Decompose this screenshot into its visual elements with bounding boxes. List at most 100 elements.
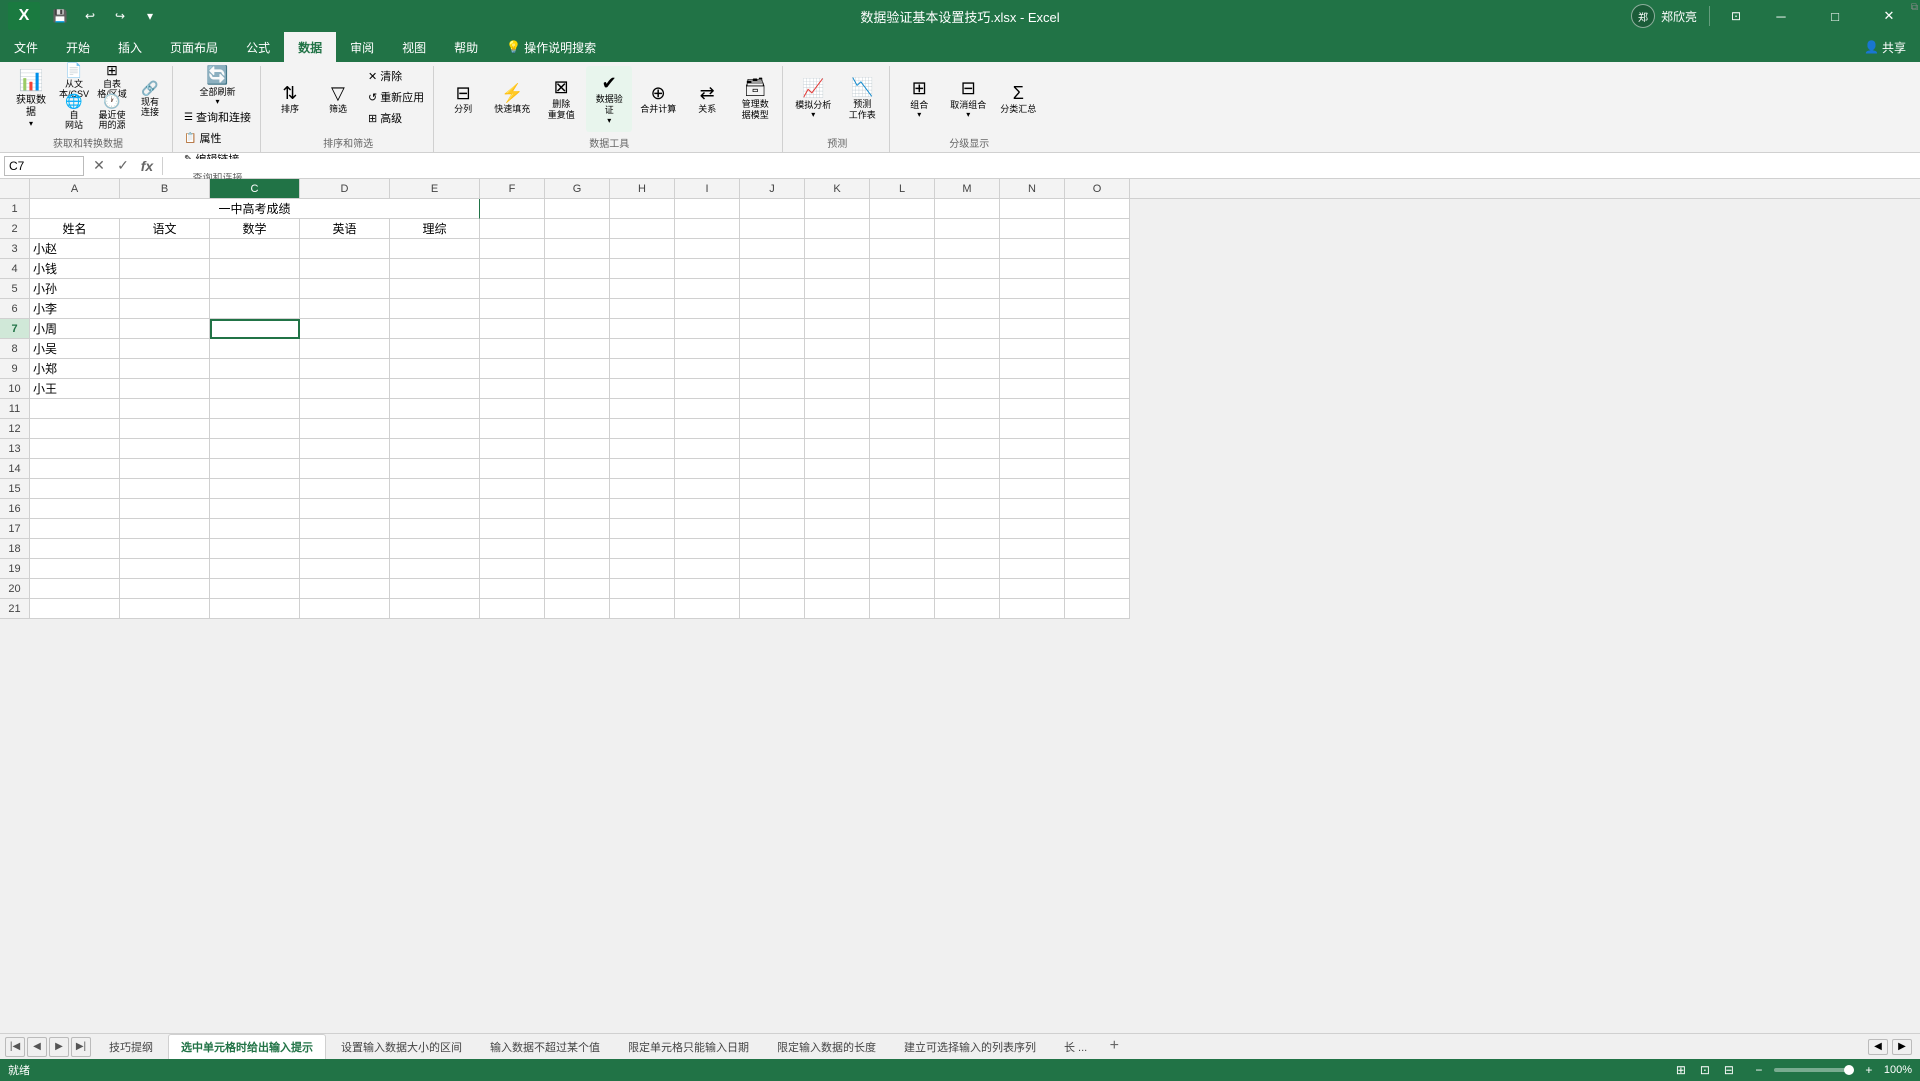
cell-n2[interactable] [1000, 219, 1065, 239]
cell-f9[interactable] [480, 359, 545, 379]
cell-l3[interactable] [870, 239, 935, 259]
row-header-6[interactable]: 6 [0, 299, 30, 319]
what-if-btn[interactable]: 📈 模拟分析 ▾ [789, 66, 837, 132]
cell-f1[interactable] [480, 199, 545, 219]
cell-j6[interactable] [740, 299, 805, 319]
row-header-8[interactable]: 8 [0, 339, 30, 359]
row-header-16[interactable]: 16 [0, 499, 30, 519]
cell-k9[interactable] [805, 359, 870, 379]
subtotal-btn[interactable]: Σ 分类汇总 [994, 66, 1042, 132]
row-header-20[interactable]: 20 [0, 579, 30, 599]
cell-g5[interactable] [545, 279, 610, 299]
formula-confirm-icon[interactable]: ✓ [112, 155, 134, 177]
cell-n1[interactable] [1000, 199, 1065, 219]
col-header-c[interactable]: C [210, 179, 300, 198]
sheet-nav-prev[interactable]: ◀ [27, 1037, 47, 1057]
cell-c2[interactable]: 数学 [210, 219, 300, 239]
tab-search[interactable]: 💡 操作说明搜索 [492, 32, 610, 62]
col-header-f[interactable]: F [480, 179, 545, 198]
cell-k8[interactable] [805, 339, 870, 359]
row-header-10[interactable]: 10 [0, 379, 30, 399]
cell-c8[interactable] [210, 339, 300, 359]
cell-b4[interactable] [120, 259, 210, 279]
cell-b9[interactable] [120, 359, 210, 379]
row-header-3[interactable]: 3 [0, 239, 30, 259]
cell-e2[interactable]: 理综 [390, 219, 480, 239]
cell-c3[interactable] [210, 239, 300, 259]
cell-f4[interactable] [480, 259, 545, 279]
cell-k6[interactable] [805, 299, 870, 319]
cell-j4[interactable] [740, 259, 805, 279]
advanced-btn[interactable]: ⊞ 高级 [363, 108, 429, 128]
cell-n5[interactable] [1000, 279, 1065, 299]
row-header-18[interactable]: 18 [0, 539, 30, 559]
cell-o6[interactable] [1065, 299, 1130, 319]
page-layout-view-btn[interactable]: ⊡ [1694, 1061, 1716, 1079]
relationships-btn[interactable]: ⇄ 关系 [684, 66, 730, 132]
cell-l4[interactable] [870, 259, 935, 279]
cell-i9[interactable] [675, 359, 740, 379]
row-header-15[interactable]: 15 [0, 479, 30, 499]
cell-h7[interactable] [610, 319, 675, 339]
col-header-d[interactable]: D [300, 179, 390, 198]
cell-l9[interactable] [870, 359, 935, 379]
cell-e7[interactable] [390, 319, 480, 339]
refresh-all-btn[interactable]: 🔄 全部刷新 ▾ [179, 66, 256, 106]
cell-a5[interactable]: 小孙 [30, 279, 120, 299]
remove-duplicates-btn[interactable]: ⊠ 删除重复值 [538, 66, 584, 132]
cell-m10[interactable] [935, 379, 1000, 399]
save-quick-btn[interactable]: 💾 [46, 2, 74, 30]
cell-d6[interactable] [300, 299, 390, 319]
cell-i3[interactable] [675, 239, 740, 259]
cell-c9[interactable] [210, 359, 300, 379]
cell-a7[interactable]: 小周 [30, 319, 120, 339]
sheet-tab-5[interactable]: 限定输入数据的长度 [764, 1034, 889, 1059]
cell-j10[interactable] [740, 379, 805, 399]
cell-e3[interactable] [390, 239, 480, 259]
cell-a4[interactable]: 小钱 [30, 259, 120, 279]
recent-sources-btn[interactable]: 🕐 最近使用的源 [94, 97, 130, 127]
cell-n3[interactable] [1000, 239, 1065, 259]
cell-d7[interactable] [300, 319, 390, 339]
cell-o5[interactable] [1065, 279, 1130, 299]
cell-m1[interactable] [935, 199, 1000, 219]
col-header-b[interactable]: B [120, 179, 210, 198]
forecast-sheet-btn[interactable]: 📉 预测工作表 [839, 66, 885, 132]
undo-quick-btn[interactable]: ↩ [76, 2, 104, 30]
from-web-btn[interactable]: 🌐 自网站 [56, 97, 92, 127]
cell-b7[interactable] [120, 319, 210, 339]
cell-e5[interactable] [390, 279, 480, 299]
cell-k2[interactable] [805, 219, 870, 239]
col-header-o[interactable]: O [1065, 179, 1130, 198]
sheet-nav-last[interactable]: ▶| [71, 1037, 91, 1057]
cell-b8[interactable] [120, 339, 210, 359]
col-header-i[interactable]: I [675, 179, 740, 198]
cell-o10[interactable] [1065, 379, 1130, 399]
cell-g9[interactable] [545, 359, 610, 379]
cell-j9[interactable] [740, 359, 805, 379]
cell-n4[interactable] [1000, 259, 1065, 279]
cell-m5[interactable] [935, 279, 1000, 299]
cell-o8[interactable] [1065, 339, 1130, 359]
redo-quick-btn[interactable]: ↪ [106, 2, 134, 30]
sheet-tab-3[interactable]: 输入数据不超过某个值 [477, 1034, 613, 1059]
cell-g1[interactable] [545, 199, 610, 219]
cell-l5[interactable] [870, 279, 935, 299]
cell-f5[interactable] [480, 279, 545, 299]
cell-h6[interactable] [610, 299, 675, 319]
cell-i7[interactable] [675, 319, 740, 339]
col-header-m[interactable]: M [935, 179, 1000, 198]
cell-h10[interactable] [610, 379, 675, 399]
cell-c5[interactable] [210, 279, 300, 299]
zoom-in-btn[interactable]: + [1858, 1061, 1880, 1079]
cell-g3[interactable] [545, 239, 610, 259]
row-header-17[interactable]: 17 [0, 519, 30, 539]
get-data-btn[interactable]: 📊 获取数据 ▾ [8, 66, 54, 132]
manage-data-model-btn[interactable]: 🗃 管理数据模型 [732, 66, 778, 132]
cell-i2[interactable] [675, 219, 740, 239]
cell-d3[interactable] [300, 239, 390, 259]
cell-c7[interactable] [210, 319, 300, 339]
cell-d8[interactable] [300, 339, 390, 359]
sheet-tab-0[interactable]: 技巧提纲 [96, 1034, 166, 1059]
cell-c10[interactable] [210, 379, 300, 399]
